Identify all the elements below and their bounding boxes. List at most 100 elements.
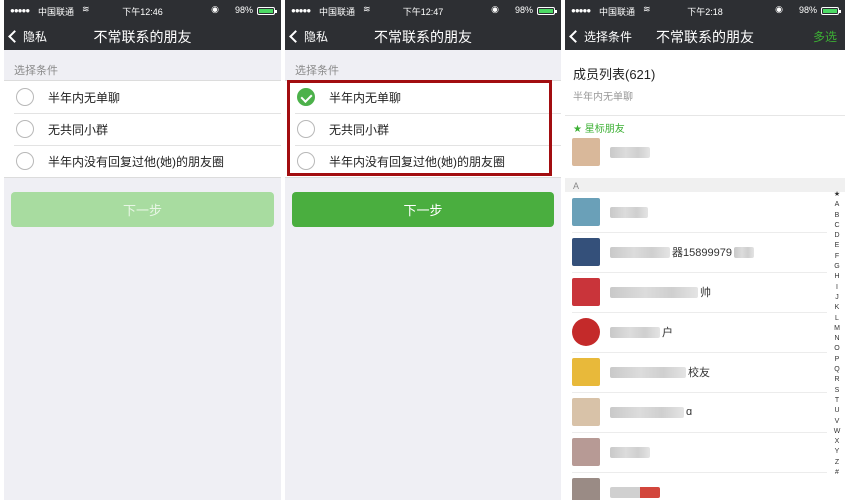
rotation-lock-icon: ◉: [211, 4, 219, 14]
avatar: [572, 398, 600, 426]
index-letter[interactable]: D: [831, 231, 843, 241]
index-letter[interactable]: O: [831, 344, 843, 354]
radio-unchecked-icon[interactable]: [297, 152, 315, 170]
contact-row[interactable]: 帅: [565, 272, 845, 312]
index-letter[interactable]: C: [831, 221, 843, 231]
contact-row[interactable]: [565, 472, 845, 500]
contact-row[interactable]: 器15899979: [565, 232, 845, 272]
option-no-moments-reply[interactable]: 半年内没有回复过他(她)的朋友圈: [4, 145, 281, 177]
index-letter[interactable]: K: [831, 303, 843, 313]
condition-list: 半年内无单聊 无共同小群 半年内没有回复过他(她)的朋友圈: [4, 80, 281, 178]
avatar: [572, 238, 600, 266]
radio-checked-icon[interactable]: [297, 88, 315, 106]
contact-row[interactable]: 校友: [565, 352, 845, 392]
status-bar: ●●●●● 中国联通 ≋ 下午12:47 ◉ 98%: [285, 0, 561, 22]
index-letter[interactable]: N: [831, 334, 843, 344]
radio-unchecked-icon[interactable]: [297, 120, 315, 138]
blurred-name: [733, 246, 754, 258]
index-letter[interactable]: Z: [831, 458, 843, 468]
avatar: [572, 438, 600, 466]
contact-row[interactable]: [565, 132, 845, 172]
index-letter[interactable]: Y: [831, 447, 843, 457]
contact-name: 户: [662, 327, 673, 339]
index-letter[interactable]: ★: [831, 190, 843, 200]
blurred-name: [610, 146, 650, 158]
index-letter[interactable]: V: [831, 417, 843, 427]
contact-row[interactable]: ɑ: [565, 392, 845, 432]
blurred-name: [610, 326, 660, 338]
battery-percent: 98%: [234, 5, 253, 15]
nav-bar: 选择条件 不常联系的朋友 多选: [565, 22, 845, 50]
option-no-private-chat[interactable]: 半年内无单聊: [285, 81, 561, 113]
blurred-name: [610, 366, 686, 378]
index-letter[interactable]: T: [831, 396, 843, 406]
index-letter[interactable]: P: [831, 355, 843, 365]
contact-name: ɑ: [686, 406, 693, 418]
index-letter[interactable]: G: [831, 262, 843, 272]
avatar: [572, 198, 600, 226]
blurred-name: [610, 406, 684, 418]
multi-select-button[interactable]: 多选: [813, 28, 837, 45]
option-no-common-group[interactable]: 无共同小群: [285, 113, 561, 145]
avatar: [572, 278, 600, 306]
option-label: 半年内没有回复过他(她)的朋友圈: [329, 154, 505, 169]
next-button[interactable]: 下一步: [11, 192, 274, 227]
avatar: [572, 478, 600, 500]
starred-section-header: ★ 星标朋友: [573, 124, 625, 135]
index-letter[interactable]: M: [831, 324, 843, 334]
option-label: 半年内无单聊: [48, 90, 121, 105]
index-letter[interactable]: H: [831, 272, 843, 282]
contact-row[interactable]: 户: [565, 312, 845, 352]
page-title: 不常联系的朋友: [374, 29, 472, 45]
index-letter[interactable]: E: [831, 241, 843, 251]
index-letter[interactable]: W: [831, 427, 843, 437]
option-label: 无共同小群: [48, 122, 109, 137]
nav-bar: 隐私 不常联系的朋友: [285, 22, 561, 50]
next-button[interactable]: 下一步: [292, 192, 554, 227]
index-letter[interactable]: #: [831, 468, 843, 478]
alphabet-index[interactable]: ★ A B C D E F G H I J K L M N O P Q R S T U V W X Y Z #: [831, 190, 843, 478]
member-list-title: 成员列表(621): [573, 67, 656, 82]
rotation-lock-icon: ◉: [775, 4, 783, 14]
battery-percent: 98%: [798, 5, 817, 15]
blurred-name: [610, 206, 648, 218]
index-letter[interactable]: B: [831, 211, 843, 221]
contact-row[interactable]: [565, 192, 845, 232]
index-letter[interactable]: I: [831, 283, 843, 293]
page-title: 不常联系的朋友: [656, 29, 754, 45]
index-letter[interactable]: L: [831, 314, 843, 324]
radio-unchecked-icon[interactable]: [16, 88, 34, 106]
screen-1: ●●●●● 中国联通 ≋ 下午12:46 ◉ 98% 隐私 不常联系的朋友 选择…: [4, 0, 281, 500]
member-list-view: 成员列表(621) 半年内无单聊 ★ 星标朋友 A 器15899979 帅 户: [565, 50, 845, 500]
index-letter[interactable]: Q: [831, 365, 843, 375]
option-label: 无共同小群: [329, 122, 390, 137]
section-label: 选择条件: [295, 65, 339, 77]
status-bar: ●●●●● 中国联通 ≋ 下午2:18 ◉ 98%: [565, 0, 845, 22]
letter-section-header: A: [565, 178, 845, 192]
avatar: [572, 318, 600, 346]
radio-unchecked-icon[interactable]: [16, 120, 34, 138]
contact-row[interactable]: [565, 432, 845, 472]
battery-icon: [821, 7, 841, 15]
option-label: 半年内无单聊: [329, 90, 402, 105]
blurred-name: [610, 486, 660, 498]
status-bar: ●●●●● 中国联通 ≋ 下午12:46 ◉ 98%: [4, 0, 281, 22]
index-letter[interactable]: J: [831, 293, 843, 303]
blurred-name: [610, 286, 698, 298]
radio-unchecked-icon[interactable]: [16, 152, 34, 170]
option-no-common-group[interactable]: 无共同小群: [4, 113, 281, 145]
index-letter[interactable]: A: [831, 200, 843, 210]
contact-name: 帅: [700, 287, 711, 299]
screen-2: ●●●●● 中国联通 ≋ 下午12:47 ◉ 98% 隐私 不常联系的朋友 选择…: [285, 0, 561, 500]
blurred-name: [610, 246, 670, 258]
option-no-private-chat[interactable]: 半年内无单聊: [4, 81, 281, 113]
index-letter[interactable]: U: [831, 406, 843, 416]
option-no-moments-reply[interactable]: 半年内没有回复过他(她)的朋友圈: [285, 145, 561, 177]
index-letter[interactable]: S: [831, 386, 843, 396]
index-letter[interactable]: X: [831, 437, 843, 447]
nav-bar: 隐私 不常联系的朋友: [4, 22, 281, 50]
index-letter[interactable]: F: [831, 252, 843, 262]
battery-icon: [257, 7, 277, 15]
index-letter[interactable]: R: [831, 375, 843, 385]
contact-name: 器15899979: [672, 247, 732, 259]
